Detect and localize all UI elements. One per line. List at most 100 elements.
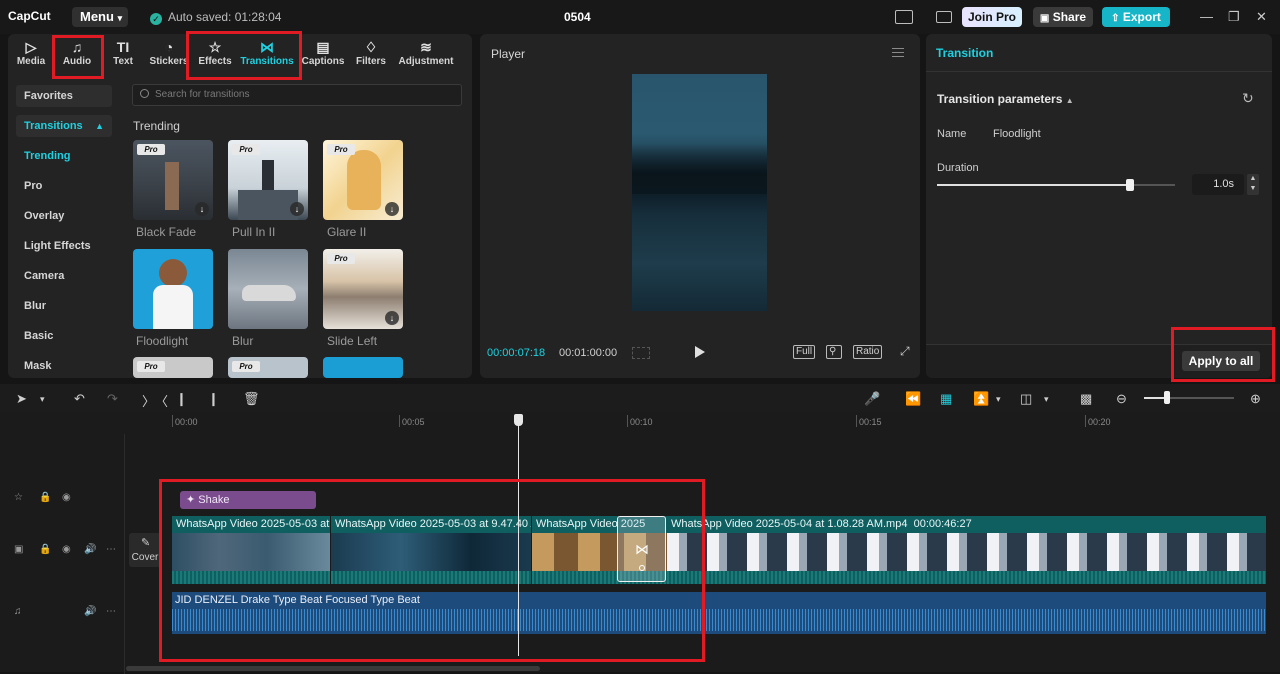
tool-filters[interactable]: ♢ Filters: [348, 38, 394, 74]
lighthouse-shape: [165, 162, 179, 210]
preview-axis-icon[interactable]: ◫: [1020, 391, 1032, 407]
more-icon[interactable]: ⋯: [106, 544, 116, 555]
tool-media[interactable]: ▷ Media: [8, 38, 54, 74]
split-icon[interactable]: 〉〈: [142, 391, 168, 410]
share-button[interactable]: ▣ Share: [1033, 7, 1093, 27]
minimize-icon[interactable]: —: [1200, 9, 1213, 24]
cover-button[interactable]: ✎ Cover: [129, 533, 161, 567]
pro-badge: Pro: [232, 361, 260, 372]
transition-thumb[interactable]: [323, 357, 403, 378]
sidebar-item-favorites[interactable]: Favorites: [16, 85, 112, 107]
clip-name-text: WhatsApp Video 2025-05-04 at 1.08.28 AM.…: [671, 518, 908, 530]
video-clip[interactable]: WhatsApp Video 2025-05-04 at 1.08.28 AM.…: [667, 516, 1266, 584]
timeline-marker-icon: [632, 347, 650, 359]
close-icon[interactable]: ✕: [1256, 9, 1267, 25]
redo-icon[interactable]: ↷: [107, 391, 118, 407]
sidebar-item-trending[interactable]: Trending: [16, 145, 112, 167]
keyboard-icon[interactable]: [936, 11, 952, 23]
transition-thumb[interactable]: Pro ↓: [323, 140, 403, 220]
layout-icon[interactable]: [895, 10, 913, 24]
export-button[interactable]: ⇧ Export: [1102, 7, 1170, 27]
zoom-icon[interactable]: ⚲: [826, 345, 842, 359]
zoom-slider-handle[interactable]: [1164, 391, 1170, 404]
eye-icon[interactable]: ◉: [62, 492, 71, 503]
download-icon[interactable]: ↓: [195, 202, 209, 216]
menu-button[interactable]: Menu ▾: [72, 7, 128, 27]
play-icon[interactable]: [695, 346, 705, 358]
duration-slider[interactable]: [937, 184, 1175, 186]
thumb-label: Slide Left: [327, 334, 378, 348]
sidebar-item-light-effects[interactable]: Light Effects: [16, 235, 112, 257]
transition-thumb[interactable]: Pro ↓: [323, 249, 403, 329]
highlight-apply-to-all: [1171, 327, 1275, 382]
section-title: Trending: [133, 119, 180, 133]
sidebar-item-camera[interactable]: Camera: [16, 265, 112, 287]
linkage-icon[interactable]: ⏫: [973, 391, 989, 407]
select-tool-icon[interactable]: ➤: [16, 391, 27, 407]
zoom-out-icon[interactable]: ⊖: [1116, 391, 1127, 407]
download-icon[interactable]: ↓: [385, 311, 399, 325]
magnet-icon[interactable]: ⏪: [905, 391, 921, 407]
app-logo: CapCut: [8, 9, 51, 23]
ruler-tick: [399, 415, 400, 427]
speaker-icon[interactable]: 🔊: [84, 606, 96, 617]
tool-stickers-label: Stickers: [149, 56, 189, 67]
text-icon: TI: [116, 39, 130, 55]
transition-parameters-header[interactable]: Transition parameters ▲: [937, 92, 1074, 106]
fit-timeline-icon[interactable]: ▩: [1080, 391, 1092, 407]
auto-snap-icon[interactable]: ▦: [940, 391, 952, 407]
delete-left-icon[interactable]: ❙: [176, 391, 187, 407]
sidebar-item-mask[interactable]: Mask: [16, 355, 112, 377]
transition-thumb[interactable]: Pro: [228, 357, 308, 378]
sidebar-item-transitions[interactable]: Transitions ▲: [16, 115, 112, 137]
zoom-slider[interactable]: [1144, 397, 1234, 399]
ruler-label: 00:20: [1088, 417, 1111, 427]
export-icon: ⇧: [1111, 13, 1120, 24]
clip-frames: [667, 533, 1266, 571]
ruler-tick: [1085, 415, 1086, 427]
chevron-down-icon[interactable]: ▾: [996, 394, 1001, 405]
search-input[interactable]: Search for transitions: [132, 84, 462, 106]
undo-icon[interactable]: ↶: [74, 391, 85, 407]
name-value: Floodlight: [993, 128, 1041, 140]
eye-icon[interactable]: ◉: [62, 544, 71, 555]
tool-captions[interactable]: ▤ Captions: [300, 38, 346, 74]
video-preview[interactable]: [632, 74, 767, 311]
microphone-icon[interactable]: 🎤: [864, 391, 880, 407]
current-timecode: 00:00:07:18: [487, 347, 546, 359]
delete-right-icon[interactable]: ❙: [208, 391, 219, 407]
transition-thumb[interactable]: Pro ↓: [133, 140, 213, 220]
reset-icon[interactable]: ↻: [1242, 90, 1254, 107]
delete-icon[interactable]: 🗑: [243, 391, 260, 407]
duration-stepper[interactable]: ▲ ▼: [1247, 174, 1259, 195]
download-icon[interactable]: ↓: [385, 202, 399, 216]
more-icon[interactable]: ⋯: [106, 606, 116, 617]
tool-adjustment[interactable]: ≋ Adjustment: [396, 38, 456, 74]
chevron-down-icon[interactable]: ▾: [40, 394, 45, 405]
ratio-button[interactable]: Ratio: [853, 345, 883, 359]
sidebar-item-basic[interactable]: Basic: [16, 325, 112, 347]
zoom-in-icon[interactable]: ⊕: [1250, 391, 1261, 407]
sidebar-item-overlay[interactable]: Overlay: [16, 205, 112, 227]
transition-thumb[interactable]: [133, 249, 213, 329]
transition-thumb[interactable]: Pro: [133, 357, 213, 378]
timeline-scrollbar[interactable]: [126, 666, 540, 671]
lock-icon[interactable]: 🔒: [39, 492, 51, 503]
join-pro-button[interactable]: Join Pro: [962, 7, 1022, 27]
sidebar-item-blur[interactable]: Blur: [16, 295, 112, 317]
transition-thumb[interactable]: [228, 249, 308, 329]
lock-icon[interactable]: 🔒: [39, 544, 51, 555]
fullscreen-icon[interactable]: ⤢: [898, 345, 912, 359]
restore-icon[interactable]: ❐: [1228, 9, 1240, 25]
speaker-icon[interactable]: 🔊: [84, 544, 96, 555]
duration-input[interactable]: 1.0s: [1192, 174, 1244, 195]
tool-text[interactable]: TI Text: [100, 38, 146, 74]
menu-icon[interactable]: [892, 48, 904, 57]
stepper-up-icon: ▲: [1249, 175, 1257, 182]
sidebar-item-pro[interactable]: Pro: [16, 175, 112, 197]
full-quality-button[interactable]: Full: [793, 345, 816, 359]
transition-thumb[interactable]: Pro ↓: [228, 140, 308, 220]
chevron-down-icon[interactable]: ▾: [1044, 394, 1049, 405]
download-icon[interactable]: ↓: [290, 202, 304, 216]
duration-slider-handle[interactable]: [1125, 179, 1134, 191]
